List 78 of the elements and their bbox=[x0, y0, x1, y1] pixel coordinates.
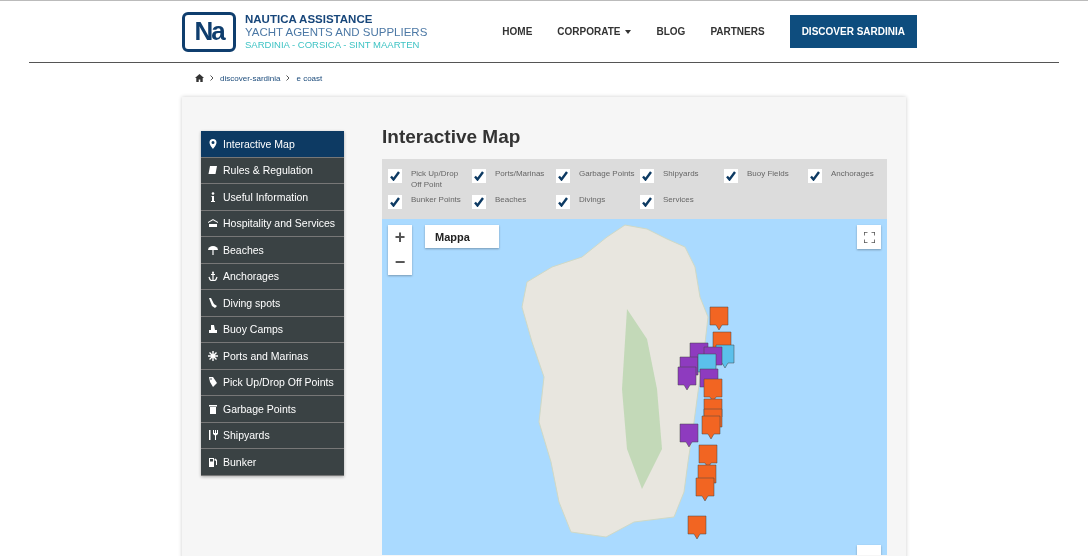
filter-label: Shipyards bbox=[663, 168, 700, 179]
filter-label: Divings bbox=[579, 194, 607, 205]
checkbox[interactable] bbox=[388, 169, 402, 183]
map-drawing[interactable] bbox=[382, 219, 887, 555]
breadcrumb-link[interactable]: e coast bbox=[296, 73, 323, 83]
nav-link[interactable]: PARTNERS bbox=[710, 26, 765, 37]
sidebar-item[interactable]: Anchorages bbox=[201, 263, 344, 290]
filter-label: Beaches bbox=[495, 194, 528, 205]
checkbox[interactable] bbox=[640, 169, 654, 183]
filter-label: Pick Up/Drop Off Point bbox=[411, 168, 460, 190]
bed-icon bbox=[208, 218, 218, 229]
tag-icon bbox=[208, 377, 218, 388]
chevron-icon bbox=[210, 75, 214, 81]
chevron-icon bbox=[286, 75, 291, 81]
brand-title: NAUTICA ASSISTANCE bbox=[245, 13, 374, 25]
checkbox[interactable] bbox=[640, 195, 654, 209]
checkmark-icon bbox=[642, 171, 652, 181]
trash-icon bbox=[208, 403, 218, 414]
filter-label: Garbage Points bbox=[579, 168, 635, 179]
checkbox[interactable] bbox=[472, 195, 486, 209]
flipper-icon bbox=[208, 297, 218, 308]
checkmark-icon bbox=[726, 171, 736, 181]
sidebar-item[interactable]: Pick Up/Drop Off Points bbox=[201, 369, 344, 396]
tools-icon bbox=[208, 430, 218, 441]
sidebar-item[interactable]: Buoy Camps bbox=[201, 316, 344, 343]
zoom-in-button[interactable]: + bbox=[388, 225, 412, 250]
filter-label: Bunker Points bbox=[411, 194, 462, 205]
checkbox[interactable] bbox=[556, 169, 570, 183]
umbrella-icon bbox=[208, 244, 218, 255]
checkbox[interactable] bbox=[388, 195, 402, 209]
sidebar-item[interactable]: Bunker bbox=[201, 449, 344, 476]
nav-dropdown[interactable]: CORPORATE bbox=[557, 26, 632, 37]
caret-icon bbox=[625, 29, 632, 34]
filter-label: Ports/Marinas bbox=[495, 168, 546, 179]
brand-regions: SARDINIA - CORSICA - SINT MAARTEN bbox=[245, 39, 421, 50]
checkmark-icon bbox=[474, 197, 484, 207]
sidebar-item[interactable]: Garbage Points bbox=[201, 396, 344, 423]
asterisk-icon bbox=[208, 350, 218, 361]
checkbox[interactable] bbox=[472, 169, 486, 183]
checkbox[interactable] bbox=[724, 169, 738, 183]
page-title: Interactive Map bbox=[382, 125, 522, 149]
brand-subtitle: YACHT AGENTS AND SUPPLIERS bbox=[245, 26, 428, 38]
nav-link[interactable]: HOME bbox=[502, 26, 533, 37]
home-icon[interactable] bbox=[195, 74, 204, 82]
breadcrumb-link[interactable]: discover-sardinia bbox=[220, 73, 281, 83]
checkmark-icon bbox=[642, 197, 652, 207]
map-type-dropdown[interactable]: Mappa bbox=[425, 225, 499, 248]
book-icon bbox=[208, 165, 218, 176]
sidebar-item[interactable]: Useful Information bbox=[201, 184, 344, 211]
checkmark-icon bbox=[558, 197, 568, 207]
sidebar-item[interactable]: Shipyards bbox=[201, 422, 344, 449]
checkmark-icon bbox=[390, 197, 400, 207]
filter-label: Buoy Fields bbox=[747, 168, 790, 179]
checkmark-icon bbox=[810, 171, 820, 181]
checkbox[interactable] bbox=[556, 195, 570, 209]
anchor-icon bbox=[208, 271, 218, 282]
filter-label: Services bbox=[663, 194, 695, 205]
fuel-pump-icon bbox=[208, 456, 218, 467]
sidebar-item[interactable]: Interactive Map bbox=[201, 131, 344, 158]
sidebar-item[interactable]: Beaches bbox=[201, 237, 344, 264]
sidebar-item[interactable]: Diving spots bbox=[201, 290, 344, 317]
checkmark-icon bbox=[558, 171, 568, 181]
pin-icon bbox=[208, 138, 218, 149]
sidebar-item[interactable]: Hospitality and Services bbox=[201, 210, 344, 237]
nav-link[interactable]: BLOG bbox=[656, 26, 686, 37]
zoom-out-button[interactable]: − bbox=[388, 250, 412, 275]
info-icon bbox=[208, 191, 218, 202]
buoy-icon bbox=[208, 324, 218, 335]
fullscreen-icon bbox=[863, 231, 875, 243]
sidebar-item[interactable]: Ports and Marinas bbox=[201, 343, 344, 370]
checkbox[interactable] bbox=[808, 169, 822, 183]
discover-button[interactable]: DISCOVER SARDINIA bbox=[789, 15, 917, 48]
checkmark-icon bbox=[474, 171, 484, 181]
fullscreen-button[interactable] bbox=[857, 225, 881, 249]
filter-label: Anchorages bbox=[831, 168, 875, 179]
logo-mark[interactable]: Na bbox=[182, 11, 236, 52]
sidebar-item[interactable]: Rules & Regulation bbox=[201, 157, 344, 184]
checkmark-icon bbox=[390, 171, 400, 181]
